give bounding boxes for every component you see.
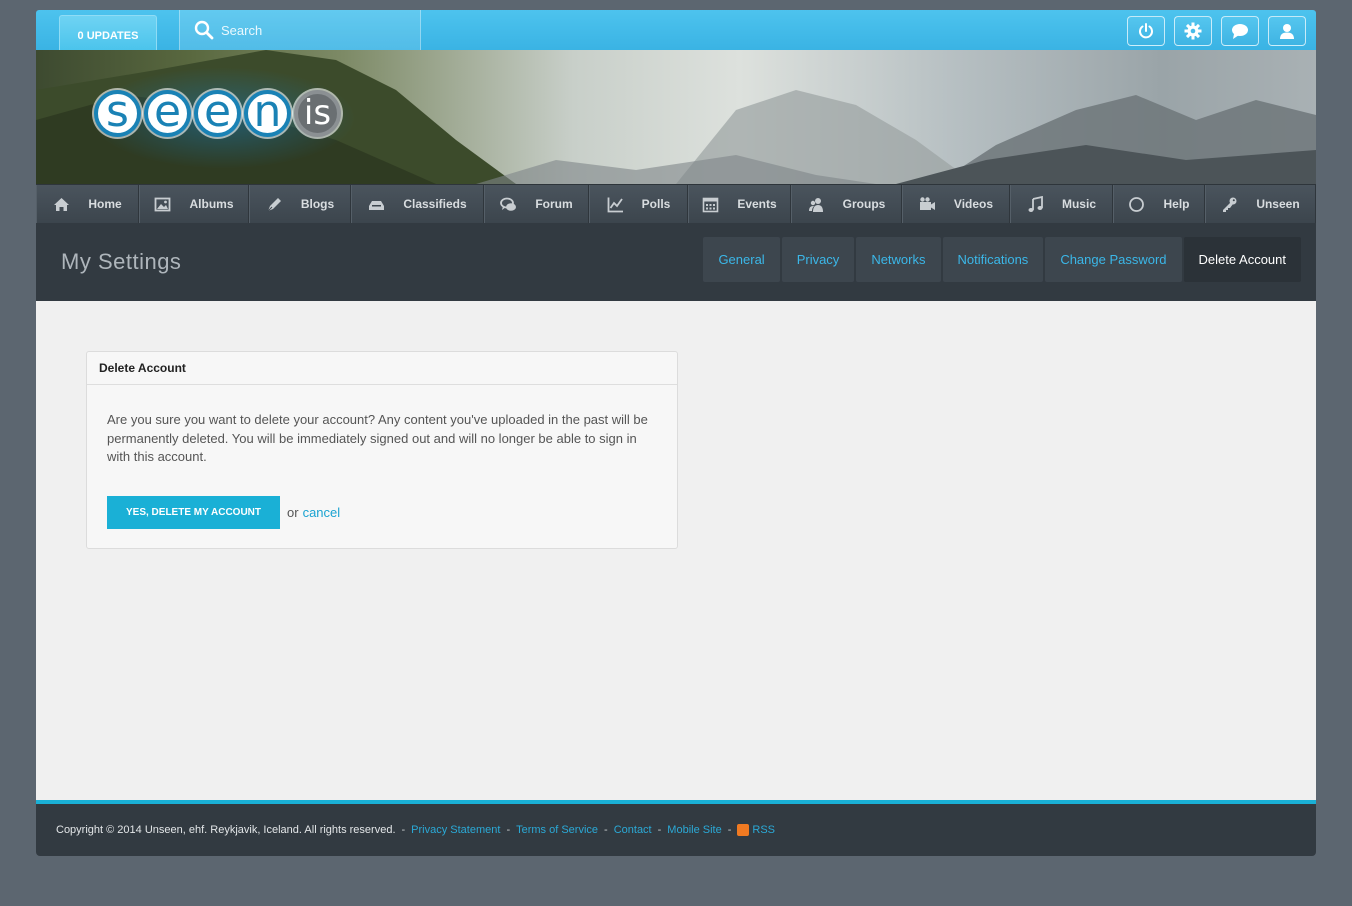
nav-item-help[interactable]: Help bbox=[1113, 185, 1205, 223]
terms-of-service-link[interactable]: Terms of Service bbox=[516, 824, 598, 836]
rss-link[interactable]: RSS bbox=[752, 824, 775, 836]
logo-letters: s e e n is bbox=[94, 90, 341, 137]
footer-separator: - bbox=[657, 824, 662, 836]
panel-actions: YES, DELETE MY ACCOUNT or cancel bbox=[107, 495, 657, 529]
chart-icon bbox=[607, 197, 623, 212]
nav-label: Albums bbox=[189, 197, 234, 211]
mobile-site-link[interactable]: Mobile Site bbox=[667, 824, 721, 836]
page-title: My Settings bbox=[61, 249, 182, 274]
footer-separator: - bbox=[604, 824, 608, 836]
calendar-icon bbox=[703, 197, 719, 212]
main-content: Delete Account Are you sure you want to … bbox=[36, 301, 1316, 800]
power-icon bbox=[1139, 23, 1153, 39]
search-box[interactable] bbox=[179, 10, 421, 50]
page-wrapper: 0 UPDATES Search s e e n is Home Albums … bbox=[36, 10, 1316, 856]
settings-tabs: General Privacy Networks Notifications C… bbox=[703, 237, 1301, 282]
key-icon bbox=[1223, 197, 1237, 212]
power-button[interactable] bbox=[1127, 16, 1165, 46]
nav-item-polls[interactable]: Polls bbox=[589, 185, 688, 223]
tray-icon bbox=[369, 200, 385, 210]
cancel-link[interactable]: cancel bbox=[303, 505, 341, 520]
topbar-icons bbox=[1127, 16, 1306, 46]
tab-privacy[interactable]: Privacy bbox=[781, 237, 855, 282]
image-icon bbox=[155, 197, 171, 211]
nav-item-forum[interactable]: Forum bbox=[484, 185, 589, 223]
nav-item-groups[interactable]: Groups bbox=[791, 185, 902, 223]
pen-icon bbox=[267, 197, 281, 211]
site-logo[interactable]: s e e n is bbox=[92, 68, 354, 168]
user-icon bbox=[1280, 24, 1294, 39]
tab-change-password[interactable]: Change Password bbox=[1045, 237, 1182, 282]
profile-button[interactable] bbox=[1268, 16, 1306, 46]
or-text: or bbox=[287, 504, 299, 520]
nav-label: Polls bbox=[641, 197, 671, 211]
rss-icon[interactable] bbox=[737, 824, 750, 836]
delete-account-panel: Delete Account Are you sure you want to … bbox=[86, 351, 678, 549]
header-banner: s e e n is bbox=[36, 50, 1316, 184]
nav-item-events[interactable]: Events bbox=[688, 185, 791, 223]
main-nav: Home Albums Blogs Classifieds Forum Poll… bbox=[36, 184, 1316, 223]
contact-link[interactable]: Contact bbox=[614, 824, 652, 836]
nav-label: Groups bbox=[842, 197, 886, 211]
circle-icon bbox=[1129, 196, 1145, 212]
music-icon bbox=[1028, 195, 1043, 212]
confirm-delete-button[interactable]: YES, DELETE MY ACCOUNT bbox=[107, 495, 280, 529]
nav-item-unseen[interactable]: Unseen bbox=[1205, 185, 1316, 223]
footer-separator: - bbox=[506, 824, 511, 836]
settings-button[interactable] bbox=[1174, 16, 1212, 46]
panel-title: Delete Account bbox=[87, 352, 677, 385]
chat-icon bbox=[1232, 24, 1248, 39]
nav-item-home[interactable]: Home bbox=[36, 185, 139, 223]
logo-letter: e bbox=[194, 90, 241, 137]
nav-label: Classifieds bbox=[403, 197, 467, 211]
nav-item-blogs[interactable]: Blogs bbox=[249, 185, 351, 223]
search-input[interactable] bbox=[221, 22, 411, 38]
video-icon bbox=[919, 196, 935, 210]
settings-header: My Settings General Privacy Networks Not… bbox=[36, 223, 1316, 301]
nav-item-albums[interactable]: Albums bbox=[139, 185, 249, 223]
logo-letter: s bbox=[94, 90, 141, 137]
footer-separator: - bbox=[401, 824, 406, 836]
nav-label: Events bbox=[737, 197, 777, 211]
copyright-text: Copyright © 2014 Unseen, ehf. Reykjavik,… bbox=[56, 824, 396, 836]
nav-label: Music bbox=[1061, 197, 1096, 211]
delete-warning-message: Are you sure you want to delete your acc… bbox=[107, 412, 648, 464]
nav-label: Videos bbox=[953, 197, 994, 211]
panel-body: Are you sure you want to delete your acc… bbox=[87, 385, 677, 529]
footer-separator: - bbox=[727, 824, 732, 836]
logo-letter: is bbox=[294, 90, 341, 137]
privacy-statement-link[interactable]: Privacy Statement bbox=[411, 824, 500, 836]
top-bar: 0 UPDATES bbox=[36, 10, 1316, 50]
messages-button[interactable] bbox=[1221, 16, 1259, 46]
tab-delete-account[interactable]: Delete Account bbox=[1183, 237, 1301, 282]
logo-letter: n bbox=[244, 90, 291, 137]
nav-item-videos[interactable]: Videos bbox=[902, 185, 1010, 223]
home-icon bbox=[54, 197, 70, 211]
tab-networks[interactable]: Networks bbox=[856, 237, 941, 282]
group-icon bbox=[808, 197, 823, 212]
tab-notifications[interactable]: Notifications bbox=[942, 237, 1044, 282]
updates-button[interactable]: 0 UPDATES bbox=[59, 15, 157, 50]
nav-label: Blogs bbox=[300, 197, 335, 211]
nav-label: Forum bbox=[535, 197, 573, 211]
gear-icon bbox=[1184, 22, 1202, 40]
nav-label: Help bbox=[1163, 197, 1190, 211]
forum-icon bbox=[500, 197, 517, 211]
search-icon bbox=[194, 20, 214, 40]
nav-label: Home bbox=[88, 197, 122, 211]
nav-item-classifieds[interactable]: Classifieds bbox=[351, 185, 484, 223]
nav-item-music[interactable]: Music bbox=[1010, 185, 1113, 223]
footer: Copyright © 2014 Unseen, ehf. Reykjavik,… bbox=[36, 800, 1316, 856]
nav-label: Unseen bbox=[1256, 197, 1300, 211]
tab-general[interactable]: General bbox=[703, 237, 780, 282]
logo-letter: e bbox=[144, 90, 191, 137]
